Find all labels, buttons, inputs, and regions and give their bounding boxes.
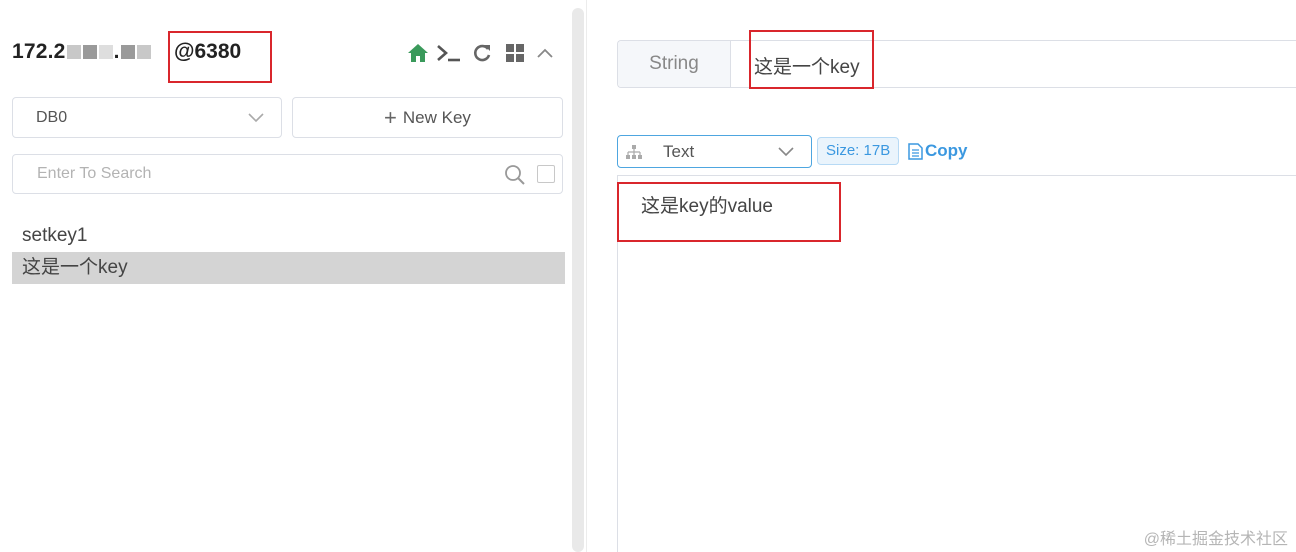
home-icon[interactable] [407, 42, 429, 64]
highlight-box-value [617, 182, 841, 242]
connection-title: 172.2. [12, 40, 152, 64]
chevron-down-icon [777, 145, 795, 163]
highlight-box-key-name [749, 30, 874, 89]
view-format-select[interactable]: Text [617, 135, 812, 168]
terminal-icon[interactable] [436, 42, 462, 64]
key-type-tag: String [618, 41, 731, 87]
document-icon [908, 142, 923, 160]
search-box [12, 154, 563, 194]
search-input[interactable] [35, 164, 479, 184]
watermark: @稀土掘金技术社区 [1143, 531, 1288, 548]
key-header: String 这是一个key [617, 40, 1296, 88]
db-select-value: DB0 [36, 109, 68, 126]
db-select[interactable]: DB0 [12, 97, 282, 138]
highlight-box-port [168, 31, 272, 83]
view-format-value: Text [663, 142, 695, 161]
sitemap-icon [625, 144, 643, 165]
grid-icon[interactable] [504, 42, 526, 64]
panel-splitter[interactable] [572, 8, 584, 552]
panel-divider [586, 0, 587, 552]
chevron-up-icon[interactable] [534, 42, 556, 64]
exact-search-checkbox[interactable] [537, 165, 555, 183]
key-list-item-selected[interactable]: 这是一个key [12, 252, 565, 284]
key-list-item[interactable]: setkey1 [12, 220, 565, 252]
connection-host: 172.2 [12, 40, 66, 63]
key-list: setkey1 这是一个key [12, 220, 565, 284]
connection-panel: 172.2. @6380 DB0 + New Key setkey1 这是一个k… [0, 0, 572, 552]
search-icon[interactable] [504, 164, 526, 191]
copy-label: Copy [925, 141, 968, 160]
new-key-label: New Key [402, 107, 471, 127]
chevron-down-icon [247, 111, 265, 129]
new-key-button[interactable]: + New Key [292, 97, 563, 138]
copy-button[interactable]: Copy [908, 141, 968, 161]
refresh-icon[interactable] [471, 42, 493, 64]
plus-icon: + [384, 104, 397, 130]
size-badge: Size: 17B [817, 137, 900, 165]
